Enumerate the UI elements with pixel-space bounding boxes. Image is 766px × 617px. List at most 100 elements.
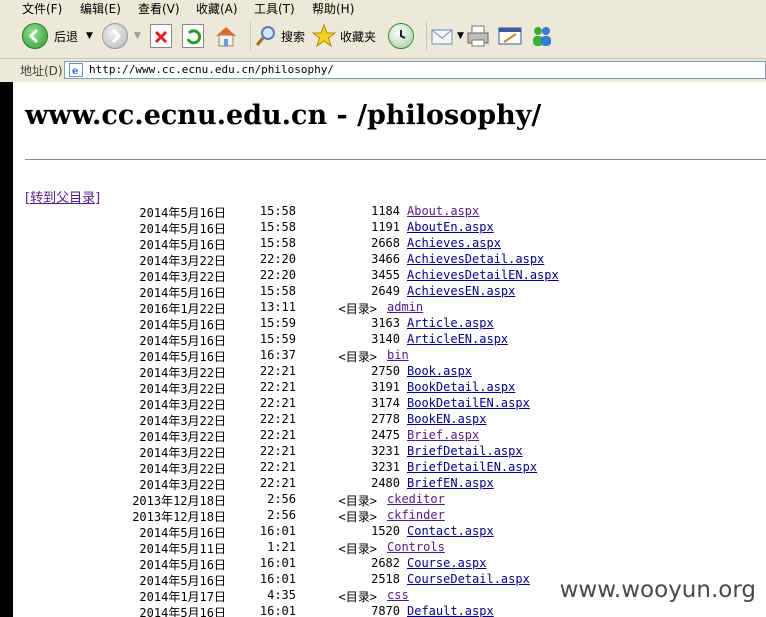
- file-link[interactable]: Article.aspx: [407, 316, 494, 330]
- file-link[interactable]: BookDetail.aspx: [407, 380, 515, 394]
- history-button[interactable]: [388, 22, 414, 50]
- file-link[interactable]: Course.aspx: [407, 556, 486, 570]
- file-link[interactable]: About.aspx: [407, 204, 479, 218]
- item-dir-marker: <目录>: [338, 542, 377, 556]
- home-button[interactable]: [214, 22, 238, 50]
- directory-link[interactable]: admin: [387, 300, 423, 314]
- list-item: 2014年3月22日 22:21 2480 BriefEN.aspx: [13, 476, 766, 492]
- item-size: 2480: [371, 476, 400, 490]
- menu-file[interactable]: 文件(F): [22, 0, 62, 17]
- item-date: 2014年3月22日: [139, 398, 226, 412]
- file-link[interactable]: AboutEn.aspx: [407, 220, 494, 234]
- address-label: 地址(D): [20, 64, 63, 78]
- menu-favorites[interactable]: 收藏(A): [196, 0, 238, 17]
- item-date: 2014年3月22日: [139, 430, 226, 444]
- file-link[interactable]: Default.aspx: [407, 604, 494, 617]
- back-arrow-icon: [22, 23, 48, 49]
- list-item: 2014年5月16日 16:01 1520 Contact.aspx: [13, 524, 766, 540]
- file-link[interactable]: CourseDetail.aspx: [407, 572, 530, 586]
- search-icon: [255, 24, 277, 48]
- item-size: 1191: [371, 220, 400, 234]
- item-time: 15:58: [259, 236, 296, 250]
- messenger-button[interactable]: [530, 22, 554, 50]
- item-time: 22:21: [259, 396, 296, 410]
- file-link[interactable]: Achieves.aspx: [407, 236, 501, 250]
- item-size: 2668: [371, 236, 400, 250]
- list-item: 2014年3月22日 22:21 3231 BriefDetailEN.aspx: [13, 460, 766, 476]
- directory-link[interactable]: ckfinder: [387, 508, 445, 522]
- file-link[interactable]: Contact.aspx: [407, 524, 494, 538]
- refresh-button[interactable]: [182, 22, 204, 50]
- item-time: 22:21: [259, 476, 296, 490]
- favorites-button[interactable]: 收藏夹: [312, 22, 376, 50]
- item-time: 16:01: [259, 572, 296, 586]
- item-size: 7870: [371, 604, 400, 617]
- menu-view[interactable]: 查看(V): [138, 0, 180, 17]
- mail-icon: [431, 24, 455, 48]
- item-time: 2:56: [267, 492, 296, 506]
- file-link[interactable]: Brief.aspx: [407, 428, 479, 442]
- edit-button[interactable]: [498, 22, 522, 50]
- file-link[interactable]: BookEN.aspx: [407, 412, 486, 426]
- item-size: 3163: [371, 316, 400, 330]
- file-link[interactable]: Book.aspx: [407, 364, 472, 378]
- item-size: 1184: [371, 204, 400, 218]
- directory-link[interactable]: Controls: [387, 540, 445, 554]
- item-size: 2475: [371, 428, 400, 442]
- file-link[interactable]: ArticleEN.aspx: [407, 332, 508, 346]
- back-dropdown-icon[interactable]: ▼: [86, 31, 93, 41]
- forward-button[interactable]: ▼: [102, 22, 141, 50]
- list-item: 2014年5月16日 16:37 <目录> bin: [13, 348, 766, 364]
- directory-link[interactable]: bin: [387, 348, 409, 362]
- item-time: 22:21: [259, 380, 296, 394]
- item-time: 4:35: [267, 588, 296, 602]
- messenger-icon: [530, 24, 554, 48]
- file-link[interactable]: BookDetailEN.aspx: [407, 396, 530, 410]
- list-item: 2014年5月16日 16:01 2682 Course.aspx: [13, 556, 766, 572]
- ie-page-icon: e: [69, 63, 83, 77]
- search-label: 搜索: [281, 29, 306, 44]
- file-link[interactable]: AchievesEN.aspx: [407, 284, 515, 298]
- file-link[interactable]: BriefDetail.aspx: [407, 444, 523, 458]
- item-date: 2014年5月16日: [139, 238, 226, 252]
- file-link[interactable]: BriefDetailEN.aspx: [407, 460, 537, 474]
- file-link[interactable]: AchievesDetailEN.aspx: [407, 268, 559, 282]
- stop-button[interactable]: [150, 22, 172, 50]
- mail-button[interactable]: ▼: [426, 22, 464, 50]
- back-button[interactable]: 后退 ▼: [22, 22, 93, 50]
- menu-help[interactable]: 帮助(H): [312, 0, 354, 17]
- printer-icon: [466, 24, 490, 48]
- mail-dropdown-icon[interactable]: ▼: [457, 31, 464, 41]
- directory-link[interactable]: css: [387, 588, 409, 602]
- item-time: 16:01: [259, 524, 296, 538]
- forward-dropdown-icon[interactable]: ▼: [134, 31, 141, 41]
- directory-link[interactable]: ckeditor: [387, 492, 445, 506]
- list-item: 2014年5月16日 15:58 1184 About.aspx: [13, 204, 766, 220]
- list-item: 2014年3月22日 22:21 2778 BookEN.aspx: [13, 412, 766, 428]
- item-time: 16:01: [259, 556, 296, 570]
- file-link[interactable]: BriefEN.aspx: [407, 476, 494, 490]
- history-icon: [388, 23, 414, 49]
- item-date: 2014年5月16日: [139, 206, 226, 220]
- list-item: 2014年3月22日 22:21 3191 BookDetail.aspx: [13, 380, 766, 396]
- item-date: 2014年5月16日: [139, 334, 226, 348]
- search-button[interactable]: 搜索: [250, 22, 305, 50]
- item-date: 2014年5月16日: [139, 526, 226, 540]
- item-date: 2013年12月18日: [132, 494, 226, 508]
- item-time: 15:59: [259, 316, 296, 330]
- page-content: www.cc.ecnu.edu.cn - /philosophy/ [转到父目录…: [13, 82, 766, 617]
- item-size: 2518: [371, 572, 400, 586]
- item-size: 1520: [371, 524, 400, 538]
- address-input[interactable]: e http://www.cc.ecnu.edu.cn/philosophy/: [64, 61, 766, 79]
- list-item: 2016年1月22日 13:11 <目录> admin: [13, 300, 766, 316]
- item-date: 2013年12月18日: [132, 510, 226, 524]
- list-item: 2014年5月16日 15:59 3140 ArticleEN.aspx: [13, 332, 766, 348]
- list-item: 2014年5月16日 15:58 2649 AchievesEN.aspx: [13, 284, 766, 300]
- file-link[interactable]: AchievesDetail.aspx: [407, 252, 544, 266]
- list-item: 2014年5月11日 1:21 <目录> Controls: [13, 540, 766, 556]
- menu-tools[interactable]: 工具(T): [254, 0, 295, 17]
- edit-page-icon: [498, 24, 522, 48]
- menu-edit[interactable]: 编辑(E): [80, 0, 121, 17]
- print-button[interactable]: [466, 22, 490, 50]
- back-label: 后退: [54, 29, 79, 44]
